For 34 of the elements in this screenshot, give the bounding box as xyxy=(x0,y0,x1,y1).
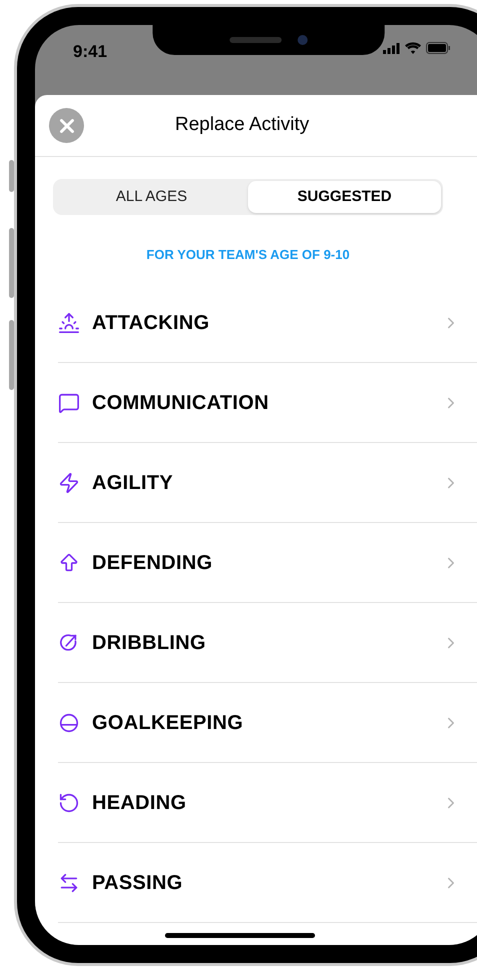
lightning-icon xyxy=(58,472,80,494)
up-arrow-icon xyxy=(58,552,80,574)
close-button[interactable] xyxy=(49,108,84,143)
status-time: 9:41 xyxy=(73,41,108,63)
age-subtitle: FOR YOUR TEAM'S AGE OF 9-10 xyxy=(146,247,350,262)
activity-label: HEADING xyxy=(92,790,186,816)
activity-label: COMMUNICATION xyxy=(92,390,269,416)
activity-label: PASSING xyxy=(92,870,183,896)
activity-label: ATTACKING xyxy=(92,310,210,336)
speech-bubble-icon xyxy=(58,392,80,414)
activity-row[interactable]: ATTACKING xyxy=(58,283,477,362)
activity-label: GOALKEEPING xyxy=(92,710,244,736)
speaker-grille xyxy=(230,37,282,43)
camera-icon xyxy=(298,35,308,45)
segment-tab[interactable]: SUGGESTED xyxy=(248,181,441,213)
activity-row[interactable]: DEFENDING xyxy=(58,523,477,602)
rotate-arrow-icon xyxy=(58,792,80,814)
activity-row[interactable]: COMMUNICATION xyxy=(58,363,477,442)
battery-icon xyxy=(426,42,451,54)
signal-icon xyxy=(383,42,400,54)
activity-row[interactable]: DRIBBLING xyxy=(58,603,477,682)
sheet-title: Replace Activity xyxy=(175,113,310,138)
wifi-icon xyxy=(405,42,421,54)
activity-label: AGILITY xyxy=(92,470,173,496)
segment-tab[interactable]: ALL AGES xyxy=(55,181,248,213)
activity-row[interactable]: HEADING xyxy=(58,763,477,842)
sunrise-icon xyxy=(58,312,80,334)
activity-label: DEFENDING xyxy=(92,550,212,576)
activity-row[interactable]: PASSING xyxy=(58,843,477,922)
activity-row[interactable]: AGILITY xyxy=(58,443,477,522)
half-circle-icon xyxy=(58,712,80,734)
left-right-arrows-icon xyxy=(58,872,80,894)
activity-row[interactable]: GOALKEEPING xyxy=(58,683,477,762)
activity-label: DRIBBLING xyxy=(92,630,206,656)
